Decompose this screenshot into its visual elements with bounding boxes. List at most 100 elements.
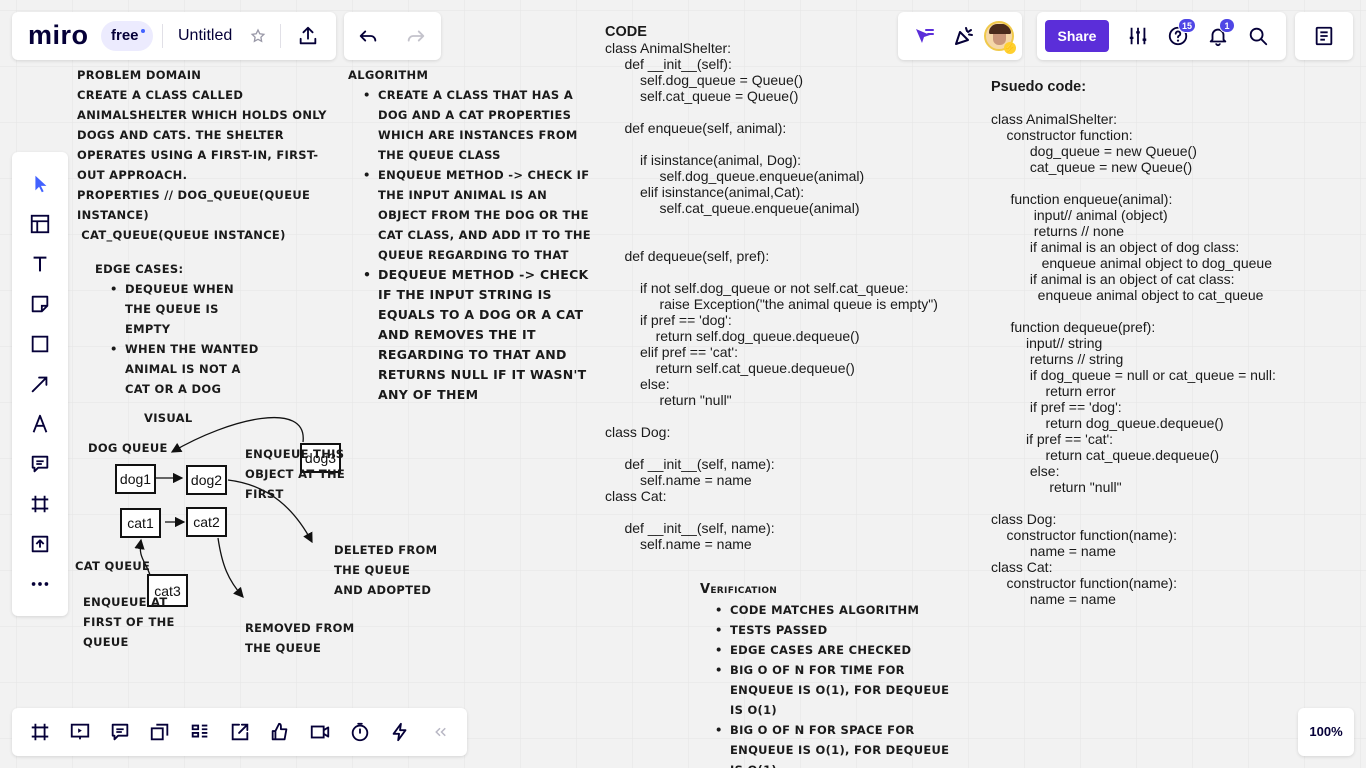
pseudo-line: enqueue animal object to cat_queue [991,287,1264,303]
celebrate-icon[interactable] [950,22,978,50]
miro-logo[interactable]: miro [28,20,89,51]
video-icon[interactable] [306,718,334,746]
code-line: elif pref == 'cat': [605,344,738,360]
code-line: class AnimalShelter: [605,40,732,56]
notification-count-badge: 1 [1219,18,1235,33]
board-header: miro free Untitled [12,12,336,60]
code-line: self.dog_queue.enqueue(animal) [605,168,865,184]
shape-icon[interactable] [26,330,54,358]
share-button[interactable]: Share [1045,20,1109,52]
frames-icon[interactable] [26,718,54,746]
pseudo-line: if animal is an object of cat class: [991,271,1235,287]
pseudo-line: class Dog: [991,511,1057,527]
sticky-note-icon[interactable] [26,290,54,318]
settings-sliders-icon[interactable] [1124,22,1152,50]
pseudo-line: name = name [991,543,1116,559]
pseudo-lines: class AnimalShelter: constructor functio… [991,111,1276,607]
pseudo-line: return dog_queue.dequeue() [991,415,1224,431]
pseudo-line: enqueue animal object to dog_queue [991,255,1272,271]
cat-queue-label: cat queue [75,559,151,573]
search-icon[interactable] [1244,22,1272,50]
code-line: self.name = name [605,536,752,552]
share-screen-icon[interactable] [226,718,254,746]
pseudo-line [991,495,1276,511]
board-title[interactable]: Untitled [178,27,232,45]
comment-icon[interactable] [26,450,54,478]
notes-icon[interactable] [1310,22,1338,50]
left-toolbar [12,152,68,616]
divider [280,24,281,48]
plan-dot-icon [140,29,145,33]
collapse-icon[interactable] [426,718,454,746]
edge-cases-note[interactable]: Edge cases: dequeue when the queue is em… [95,259,275,399]
history-panel [344,12,441,60]
code-line: self.cat_queue.enqueue(animal) [605,200,860,216]
collab-panel: ⚡ [898,12,1022,60]
code-line: if pref == 'dog': [605,312,732,328]
pseudo-line: if animal is an object of dog class: [991,239,1240,255]
tools-panel: Share 15 1 [1037,12,1286,60]
cat2-node[interactable]: cat2 [186,507,227,537]
frame-icon[interactable] [26,490,54,518]
cursor-icon[interactable] [26,170,54,198]
kanban-icon[interactable] [186,718,214,746]
algorithm-item: create a class that has a dog and a cat … [363,85,598,165]
problem-line: cat_queue(queue instance) [77,228,286,242]
zoom-level[interactable]: 100% [1298,724,1354,739]
pen-icon[interactable] [26,410,54,438]
code-block[interactable]: CODE class AnimalShelter: def __init__(s… [605,24,938,552]
problem-domain-note[interactable]: Problem Domain Create a class called Ani… [77,65,347,245]
cards-icon[interactable] [146,718,174,746]
verification-item: big o of n for time for enqueue is O(1),… [715,660,965,720]
pseudo-line: returns // none [991,223,1125,239]
redo-icon[interactable] [402,22,430,50]
comments-icon[interactable] [106,718,134,746]
code-line: if not self.dog_queue or not self.cat_qu… [605,280,909,296]
pseudo-line: input// animal (object) [991,207,1168,223]
presentation-icon[interactable] [66,718,94,746]
pseudo-title: Psuedo code: [991,79,1087,95]
pseudo-code-block[interactable]: Psuedo code: class AnimalShelter: constr… [991,79,1276,607]
dog-queue-label: dog queue [88,441,168,455]
removed-label: removed from the queue [245,621,355,655]
dog1-node[interactable]: dog1 [115,464,156,494]
problem-domain-title: Problem Domain [77,68,202,82]
verification-note[interactable]: Verification code matches algorithm test… [700,580,965,768]
pseudo-line: function enqueue(animal): [991,191,1173,207]
more-icon[interactable] [26,570,54,598]
code-lines: class AnimalShelter: def __init__(self):… [605,40,938,552]
visual-title: Visual [144,411,193,425]
export-icon[interactable] [294,22,322,50]
pseudo-line: constructor function: [991,127,1133,143]
arrow-connector-icon[interactable] [26,370,54,398]
code-line: return "null" [605,392,732,408]
plan-badge[interactable]: free [101,21,153,51]
code-line: else: [605,376,670,392]
verification-item: edge cases are checked [715,640,965,660]
board-canvas[interactable]: Problem Domain Create a class called Ani… [0,0,1366,768]
problem-line: properties // dog_queue(queue [77,188,311,202]
lightning-icon[interactable] [386,718,414,746]
algorithm-note[interactable]: Algorithm create a class that has a dog … [348,65,598,405]
lightning-badge-icon: ⚡ [1004,42,1016,54]
undo-icon[interactable] [354,22,382,50]
templates-icon[interactable] [26,210,54,238]
text-icon[interactable] [26,250,54,278]
pseudo-line: return error [991,383,1116,399]
reactions-icon[interactable] [266,718,294,746]
verification-item: big o of n for space for enqueue is O(1)… [715,720,965,768]
dog2-node[interactable]: dog2 [186,465,227,495]
cat1-node[interactable]: cat1 [120,508,161,538]
upload-icon[interactable] [26,530,54,558]
pseudo-line: dog_queue = new Queue() [991,143,1197,159]
problem-line: out approach. [77,168,188,182]
star-icon[interactable] [244,22,272,50]
timer-icon[interactable] [346,718,374,746]
pseudo-line: if dog_queue = null or cat_queue = null: [991,367,1276,383]
filter-cursor-icon[interactable] [910,22,938,50]
